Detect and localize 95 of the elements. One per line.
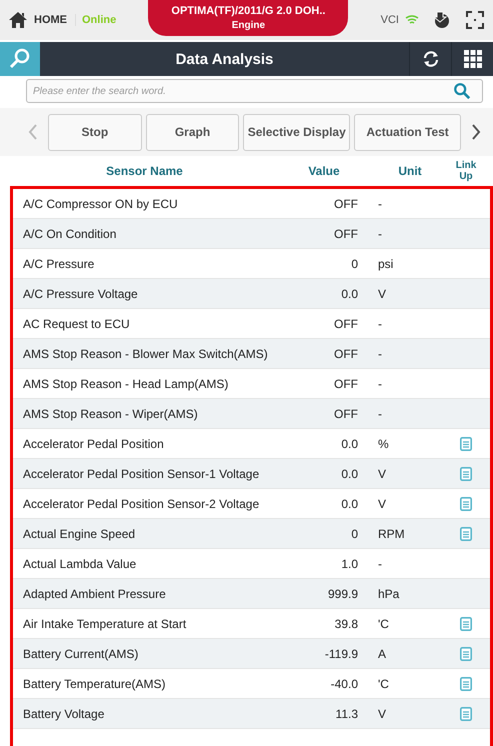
column-header[interactable]: Unit xyxy=(372,164,448,178)
sensor-name: Accelerator Pedal Position xyxy=(22,436,165,450)
table-row[interactable]: Accelerator Pedal Position Sensor-1 Voltage 0.0 V xyxy=(13,459,490,489)
sensor-unit: - xyxy=(377,406,383,420)
column-header[interactable]: Value xyxy=(276,164,372,178)
sensor-value: 0.0 xyxy=(340,496,359,510)
sensor-unit: V xyxy=(377,496,388,510)
note-icon[interactable] xyxy=(460,676,472,690)
sensor-value: OFF xyxy=(333,226,359,240)
sensor-value: 999.9 xyxy=(326,586,359,600)
sensor-value: OFF xyxy=(333,406,359,420)
sensor-unit: - xyxy=(377,556,383,570)
table-row[interactable]: A/C On Condition OFF - xyxy=(13,219,490,249)
sensor-unit: 'C xyxy=(377,616,390,630)
sensor-unit: - xyxy=(377,316,383,330)
home-icon[interactable] xyxy=(8,11,28,29)
sensor-unit: V xyxy=(377,286,388,300)
fullscreen-icon[interactable] xyxy=(464,10,485,30)
note-icon[interactable] xyxy=(460,466,472,480)
sensor-value: -40.0 xyxy=(330,676,359,690)
note-icon[interactable] xyxy=(460,616,472,630)
sensor-unit: hPa xyxy=(377,586,400,600)
sensor-value: OFF xyxy=(333,316,359,330)
sensor-name: AMS Stop Reason - Wiper(AMS) xyxy=(22,406,199,420)
search-icon xyxy=(8,47,32,71)
note-icon[interactable] xyxy=(460,526,472,540)
note-icon[interactable] xyxy=(460,706,472,720)
column-header[interactable]: Link Up xyxy=(448,160,484,182)
chevron-right-icon[interactable] xyxy=(471,124,481,140)
sensor-unit: - xyxy=(377,346,383,360)
toolbar-button[interactable]: Selective Display xyxy=(243,114,350,150)
home-link[interactable]: HOME xyxy=(34,14,76,26)
sensor-name: Battery Voltage xyxy=(22,706,106,720)
toolbar-button[interactable]: Graph xyxy=(146,114,240,150)
vehicle-name: OPTIMA(TF)/2011/G 2.0 DOH.. xyxy=(171,5,326,17)
sensor-unit: V xyxy=(377,466,388,480)
wifi-icon xyxy=(404,15,419,25)
table-row[interactable]: Battery Voltage 11.3 V xyxy=(13,699,490,729)
window-title: Data Analysis xyxy=(174,50,274,68)
system-name: Engine xyxy=(232,20,266,31)
sensor-name: Adapted Ambient Pressure xyxy=(22,586,167,600)
sensor-name: Accelerator Pedal Position Sensor-2 Voltage xyxy=(22,496,260,510)
chevron-left-icon[interactable] xyxy=(28,124,38,140)
sensor-unit: A xyxy=(377,646,388,660)
note-icon[interactable] xyxy=(460,436,472,450)
sensor-value: 0 xyxy=(350,526,359,540)
sensor-value: OFF xyxy=(333,376,359,390)
sensor-name: AMS Stop Reason - Blower Max Switch(AMS) xyxy=(22,346,269,360)
sensor-value: OFF xyxy=(333,196,359,210)
sensor-name: Actual Engine Speed xyxy=(22,526,136,540)
sensor-unit: - xyxy=(377,226,383,240)
search-field[interactable]: Please enter the search word. xyxy=(26,79,483,103)
search-toggle-button[interactable] xyxy=(0,42,40,76)
sensor-unit: 'C xyxy=(377,676,390,690)
sensor-value: 39.8 xyxy=(334,616,359,630)
sensor-name: AC Request to ECU xyxy=(22,316,131,330)
sensor-value: 0.0 xyxy=(340,436,359,450)
sensor-name: A/C Compressor ON by ECU xyxy=(22,196,179,210)
table-row[interactable]: AMS Stop Reason - Wiper(AMS) OFF - xyxy=(13,399,490,429)
sensor-value: 0.0 xyxy=(340,286,359,300)
sensor-name: A/C Pressure Voltage xyxy=(22,286,139,300)
sensor-value: 11.3 xyxy=(334,706,359,720)
table-row[interactable]: Adapted Ambient Pressure 999.9 hPa xyxy=(13,579,490,609)
sensor-unit: % xyxy=(377,436,390,450)
sensor-unit: - xyxy=(377,196,383,210)
sensor-name: A/C Pressure xyxy=(22,256,96,270)
sensor-name: Battery Temperature(AMS) xyxy=(22,676,166,690)
sensor-unit: RPM xyxy=(377,526,406,540)
sensor-unit: - xyxy=(377,376,383,390)
sensor-value: -119.9 xyxy=(324,646,359,660)
table-row[interactable]: A/C Pressure Voltage 0.0 V xyxy=(13,279,490,309)
connection-status: Online xyxy=(82,14,116,26)
vci-label: VCI xyxy=(380,14,399,26)
table-row[interactable]: Actual Engine Speed 0 RPM xyxy=(13,519,490,549)
table-row[interactable]: AMS Stop Reason - Blower Max Switch(AMS) OFF - xyxy=(13,339,490,369)
sensor-name: A/C On Condition xyxy=(22,226,118,240)
table-row[interactable]: Battery Current(AMS) -119.9 A xyxy=(13,639,490,669)
sensor-value: 1.0 xyxy=(340,556,359,570)
note-icon[interactable] xyxy=(460,496,472,510)
toolbar-button[interactable]: Stop xyxy=(48,114,142,150)
toolbar-button[interactable]: Actuation Test xyxy=(354,114,461,150)
note-icon[interactable] xyxy=(460,646,472,660)
sensor-unit: V xyxy=(377,706,388,720)
sensor-value: 0.0 xyxy=(340,466,359,480)
sensor-unit: psi xyxy=(377,256,394,270)
sensor-name: Accelerator Pedal Position Sensor-1 Voltage xyxy=(22,466,260,480)
sensor-name: AMS Stop Reason - Head Lamp(AMS) xyxy=(22,376,230,390)
sensor-value: OFF xyxy=(333,346,359,360)
sensor-name: Battery Current(AMS) xyxy=(22,646,140,660)
sensor-value: 0 xyxy=(350,256,359,270)
sensor-name: Air Intake Temperature at Start xyxy=(22,616,188,630)
sensor-name: Actual Lambda Value xyxy=(22,556,138,570)
grid-icon xyxy=(462,49,482,69)
search-icon[interactable] xyxy=(453,82,471,100)
column-header[interactable]: Sensor Name xyxy=(13,164,276,178)
